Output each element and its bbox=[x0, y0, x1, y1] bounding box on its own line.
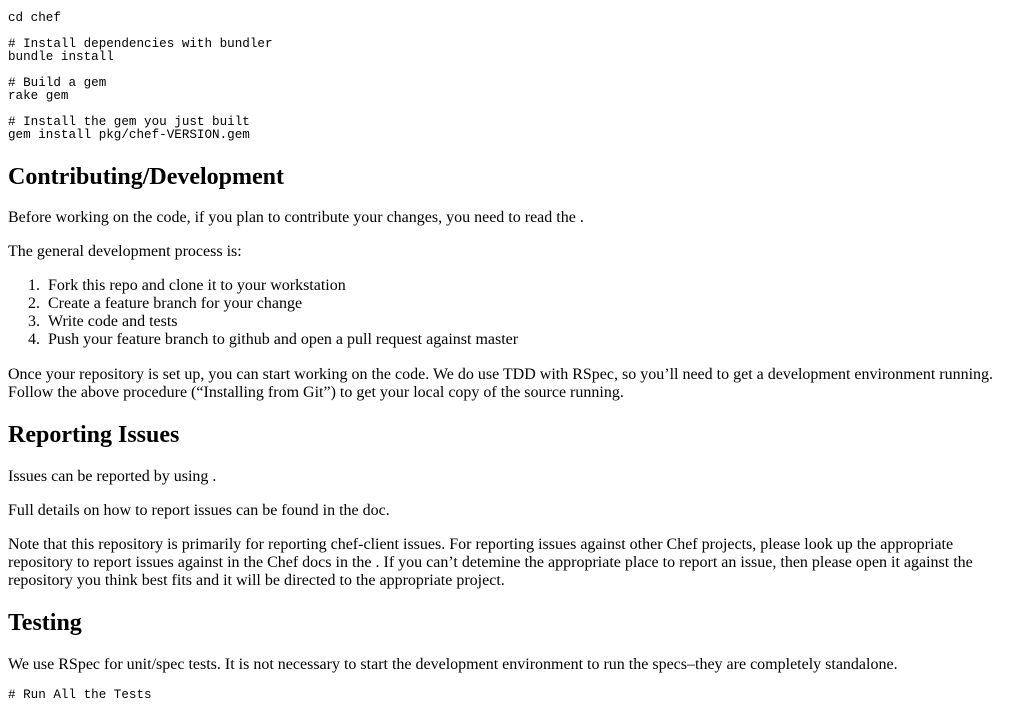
list-item-text: Fork this repo and clone it to your work… bbox=[48, 277, 346, 294]
code-block-install: cd chef # Install dependencies with bundl… bbox=[8, 12, 273, 142]
code-block-tests: # Run All the Tests bbox=[8, 689, 152, 702]
contributing-intro: Before working on the code, if you plan … bbox=[8, 209, 584, 226]
testing-line1: We use RSpec for unit/spec tests. It is … bbox=[8, 656, 898, 673]
heading-contributing: Contributing/Development bbox=[8, 164, 284, 190]
list-item-number: 1. bbox=[28, 277, 40, 294]
reporting-line2: Full details on how to report issues can… bbox=[8, 502, 390, 519]
list-item-number: 4. bbox=[28, 331, 40, 348]
code-line: gem install pkg/chef-VERSION.gem bbox=[8, 128, 250, 142]
list-item-number: 3. bbox=[28, 313, 40, 330]
process-label: The general development process is: bbox=[8, 243, 242, 260]
list-item: 2. Create a feature branch for your chang… bbox=[8, 295, 518, 313]
list-item-text: Push your feature branch to github and o… bbox=[48, 331, 519, 348]
reporting-note-line1: Note that this repository is primarily f… bbox=[8, 536, 954, 553]
code-line: # Run All the Tests bbox=[8, 688, 152, 702]
reporting-note-line3: repository you think best fits and it wi… bbox=[8, 572, 505, 589]
reporting-note-line2: repository to report issues against in t… bbox=[8, 554, 973, 571]
heading-reporting-issues: Reporting Issues bbox=[8, 422, 180, 448]
setup-paragraph-line1: Once your repository is set up, you can … bbox=[8, 366, 994, 383]
development-steps-list: 1. Fork this repo and clone it to your wo… bbox=[8, 277, 518, 349]
code-line: bundle install bbox=[8, 50, 114, 64]
list-item-text: Write code and tests bbox=[48, 313, 178, 330]
code-line: rake gem bbox=[8, 89, 69, 103]
list-item: 4. Push your feature branch to github and… bbox=[8, 331, 518, 349]
heading-testing: Testing bbox=[8, 610, 82, 636]
reporting-line1: Issues can be reported by using . bbox=[8, 468, 217, 485]
code-line: cd chef bbox=[8, 11, 61, 25]
setup-paragraph-line2: Follow the above procedure (“Installing … bbox=[8, 384, 624, 401]
list-item: 3. Write code and tests bbox=[8, 313, 518, 331]
readme-page: cd chef # Install dependencies with bundl… bbox=[0, 0, 1024, 715]
list-item-text: Create a feature branch for your change bbox=[48, 295, 303, 312]
list-item-number: 2. bbox=[28, 295, 40, 312]
list-item: 1. Fork this repo and clone it to your wo… bbox=[8, 277, 518, 295]
